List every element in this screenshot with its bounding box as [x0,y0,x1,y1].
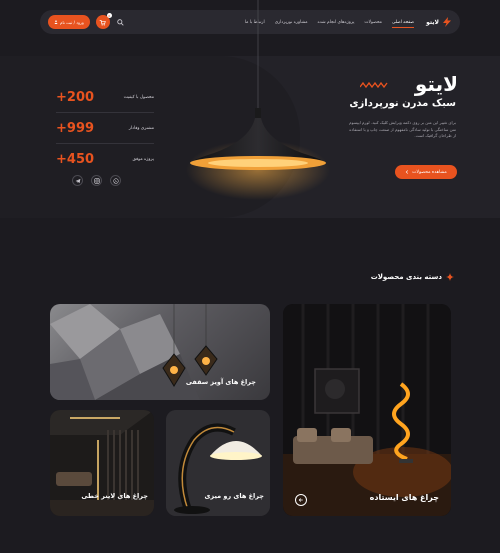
category-label: چراغ های ایستاده [369,493,439,502]
zigzag-decoration [360,81,388,89]
stat-item: +999 مشتری وفادار [56,113,154,144]
linear-lamp-card-image [50,410,154,516]
whatsapp-link[interactable] [110,175,121,186]
category-label: چراغ های رو میزی [204,492,264,500]
floor-lamp-card-image [283,304,451,516]
logo-bolt-icon [443,17,451,27]
search-icon [117,18,124,26]
logo-text: لایتو [426,18,439,26]
cart-icon [99,19,107,26]
nav-actions: ورود / ثبت نام 0 [48,13,126,29]
view-products-label: مشاهده محصولات [412,169,447,175]
stat-item: +450 پروژه موفق [56,144,154,175]
whatsapp-icon [112,177,119,184]
category-card-pendant[interactable]: چراغ های آویز سقفی [50,304,270,400]
instagram-icon [93,177,100,184]
category-card-table[interactable]: چراغ های رو میزی [166,410,270,516]
page: ورود / ثبت نام 0 صفحه اصلی محصولات پروژه… [0,0,500,553]
cart-count-badge: 0 [106,13,112,18]
hero-subtitle: سبک مدرن نورپردازی [349,98,456,109]
stat-value: +999 [56,120,95,136]
categories-heading: دسته بندی محصولات [371,273,454,281]
category-label: چراغ های آویز سقفی [185,378,256,386]
pendant-lamp-image [186,0,330,200]
sparkle-icon [446,273,454,281]
login-label: ورود / ثبت نام [60,19,84,25]
category-label: چراغ های لاینر خطی [81,492,148,500]
telegram-icon [75,178,80,183]
stat-value: +200 [56,89,95,105]
stat-label: پروژه موفق [132,157,155,162]
view-products-button[interactable]: مشاهده محصولات [395,165,457,179]
cart-button[interactable]: 0 [95,13,112,29]
search-button[interactable] [116,17,126,27]
stat-item: +200 محصول با کیفیت [56,82,154,113]
card-arrow-button[interactable] [295,494,307,506]
arrow-left-icon [298,498,303,502]
login-button[interactable]: ورود / ثبت نام [48,15,90,29]
category-card-floor[interactable]: چراغ های ایستاده [283,304,451,516]
hero-title: لایتو [414,72,458,96]
social-links [72,175,121,186]
instagram-link[interactable] [91,175,102,186]
stat-value: +450 [56,152,95,167]
stats-list: +200 محصول با کیفیت +999 مشتری وفادار +4… [56,82,154,175]
telegram-link[interactable] [72,175,83,186]
stat-label: محصول با کیفیت [123,94,154,100]
table-lamp-card-image [166,410,270,516]
chevron-left-icon [405,170,409,174]
categories-title: دسته بندی محصولات [370,273,442,281]
category-card-linear[interactable]: چراغ های لاینر خطی [50,410,154,516]
nav-link-home[interactable]: صفحه اصلی [391,20,415,28]
user-icon [54,20,58,24]
logo[interactable]: لایتو [426,17,452,27]
hero-description: برای تغییر این متن بر روی دکمه ویرایش کل… [349,120,456,138]
stat-label: مشتری وفادار [128,125,154,131]
nav-link-products[interactable]: محصولات [364,20,382,25]
